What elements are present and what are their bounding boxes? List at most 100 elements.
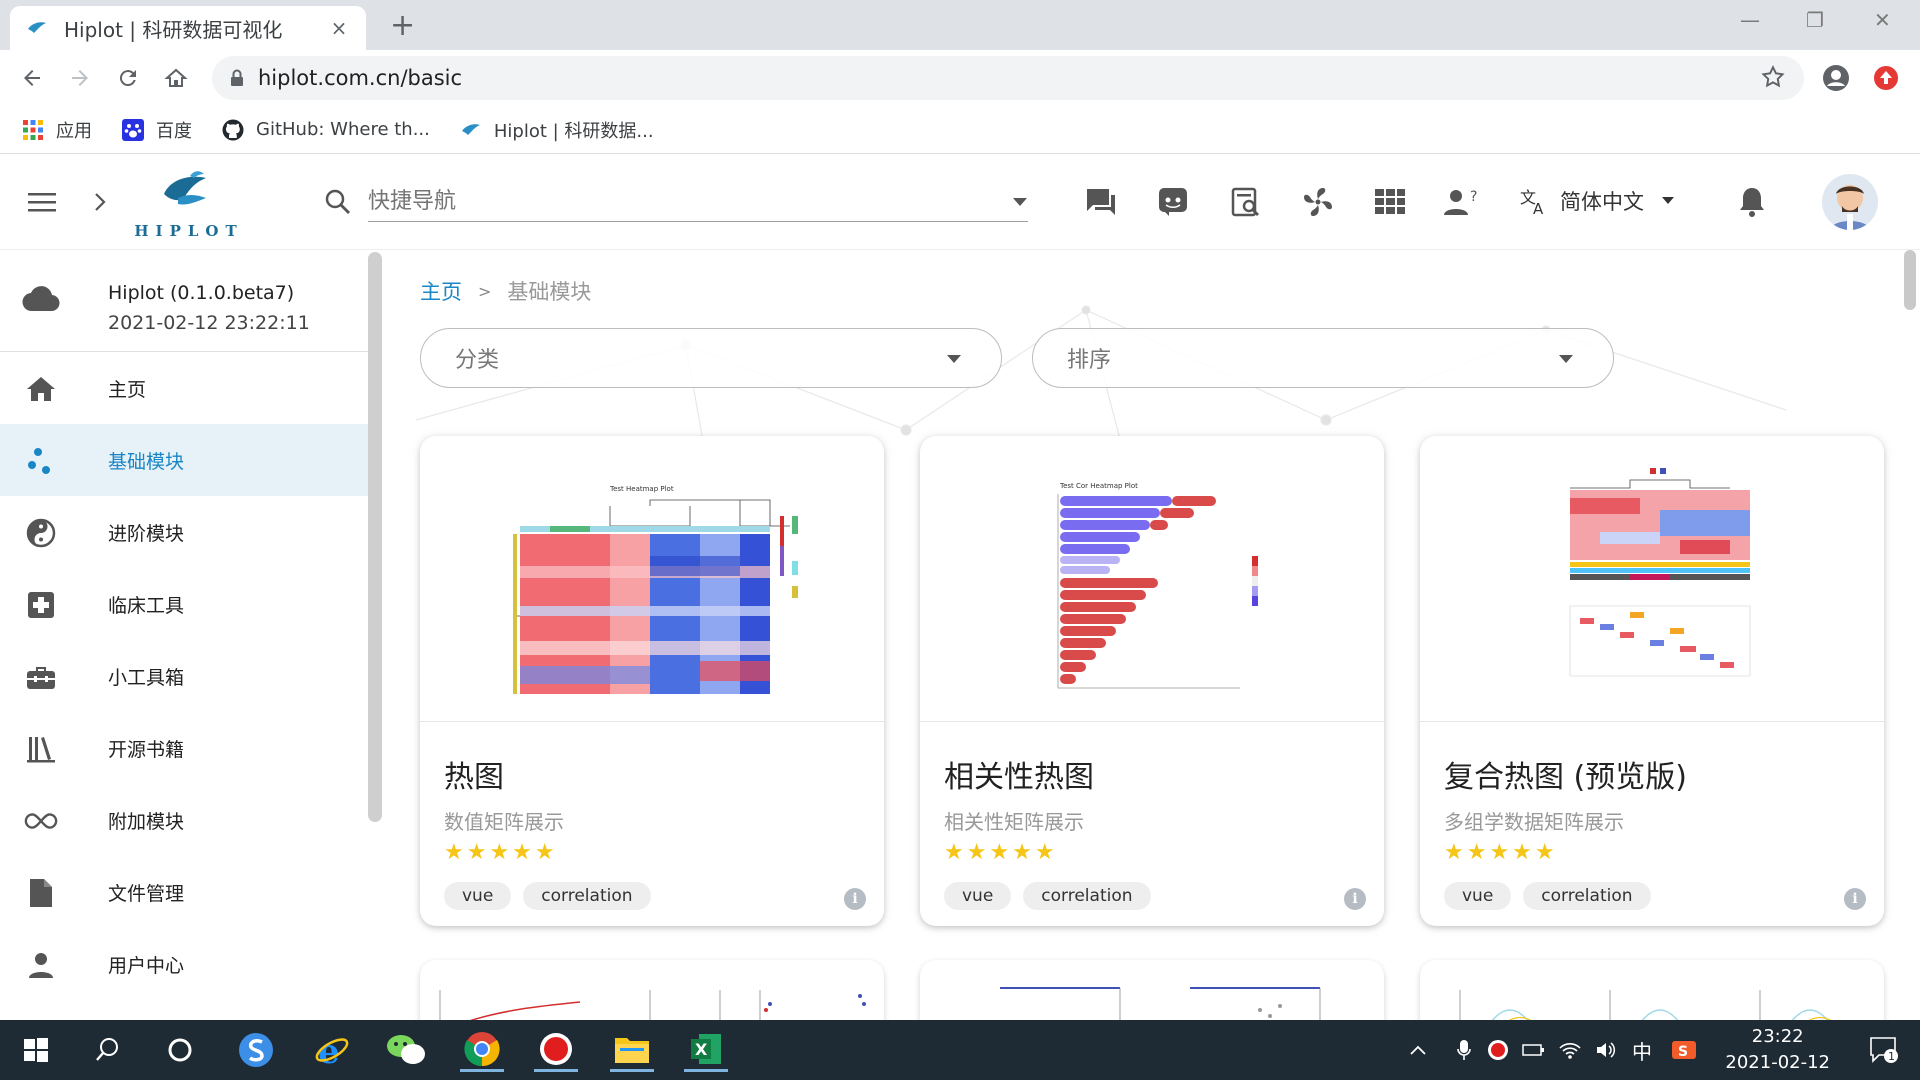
discord-icon[interactable] bbox=[1155, 184, 1191, 220]
info-icon[interactable]: i bbox=[1844, 888, 1866, 910]
minimize-icon[interactable]: — bbox=[1740, 8, 1760, 32]
quick-nav-input[interactable] bbox=[368, 189, 1012, 214]
tag-chip[interactable]: vue bbox=[444, 882, 512, 910]
medical-cross-icon bbox=[24, 588, 58, 622]
sidebar-scrollbar[interactable] bbox=[368, 252, 382, 822]
chevron-up-icon[interactable] bbox=[1404, 1028, 1432, 1072]
language-select[interactable]: 文 A 简体中文 bbox=[1520, 186, 1674, 216]
home-page-icon[interactable] bbox=[162, 64, 190, 92]
taskbar-search-icon[interactable] bbox=[86, 1028, 130, 1072]
tag-chip[interactable]: vue bbox=[944, 882, 1012, 910]
sidebar-item-toolbox[interactable]: 小工具箱 bbox=[0, 640, 370, 712]
menu-icon[interactable] bbox=[24, 184, 60, 220]
card-thumbnail-partial bbox=[1000, 987, 1321, 1020]
reload-icon[interactable] bbox=[114, 64, 142, 92]
windows-start-icon[interactable] bbox=[14, 1028, 58, 1072]
module-card-partial[interactable] bbox=[920, 960, 1384, 1020]
bookmark-star-icon[interactable] bbox=[1760, 64, 1786, 90]
chevron-down-icon[interactable] bbox=[1012, 197, 1028, 207]
sogou-input-icon[interactable]: S bbox=[1668, 1028, 1700, 1072]
quick-nav-select[interactable] bbox=[368, 182, 1028, 222]
module-card-complex-heatmap[interactable]: 复合热图 (预览版) 多组学数据矩阵展示 ★★★★★ vue correlati… bbox=[1420, 436, 1884, 926]
tag-chip[interactable]: correlation bbox=[523, 882, 651, 910]
sort-placeholder: 排序 bbox=[1067, 348, 1112, 373]
cortana-icon[interactable] bbox=[158, 1028, 202, 1072]
microphone-icon[interactable] bbox=[1450, 1028, 1478, 1072]
close-window-icon[interactable]: ✕ bbox=[1874, 8, 1891, 32]
new-tab-button[interactable]: + bbox=[390, 10, 415, 42]
profile-icon[interactable] bbox=[1822, 64, 1850, 92]
version-date: 2021-02-12 23:22:11 bbox=[108, 312, 310, 334]
ie-browser-icon[interactable]: e bbox=[310, 1028, 354, 1072]
fan-icon[interactable] bbox=[1300, 184, 1336, 220]
chevron-right-icon[interactable] bbox=[82, 184, 118, 220]
sidebar-item-home[interactable]: 主页 bbox=[0, 352, 370, 424]
card-tags: vue correlation bbox=[444, 882, 663, 910]
sidebar-item-label: 附加模块 bbox=[108, 810, 185, 833]
chat-icon[interactable] bbox=[1083, 184, 1119, 220]
module-card-correlation-heatmap[interactable]: Test Cor Heatmap Plot 相关性热图 相关性矩阵展示 ★★★★… bbox=[920, 436, 1384, 926]
sidebar-item-books[interactable]: 开源书籍 bbox=[0, 712, 370, 784]
grid-icon[interactable] bbox=[1372, 184, 1408, 220]
bell-icon[interactable] bbox=[1734, 184, 1770, 220]
tag-chip[interactable]: correlation bbox=[1523, 882, 1651, 910]
sidebar-item-addons[interactable]: 附加模块 bbox=[0, 784, 370, 856]
info-icon[interactable]: i bbox=[1344, 888, 1366, 910]
info-icon[interactable]: i bbox=[844, 888, 866, 910]
card-subtitle: 数值矩阵展示 bbox=[444, 810, 564, 834]
sort-select[interactable]: 排序 bbox=[1032, 328, 1614, 388]
search-doc-icon[interactable] bbox=[1228, 184, 1264, 220]
rating-stars: ★★★★★ bbox=[444, 840, 558, 865]
module-card-heatmap[interactable]: Test Heatmap Plot 热图 数值矩阵展示 ★★★★★ vue co… bbox=[420, 436, 884, 926]
battery-icon[interactable] bbox=[1520, 1028, 1548, 1072]
record-tray-icon[interactable] bbox=[1484, 1028, 1512, 1072]
wifi-icon[interactable] bbox=[1556, 1028, 1584, 1072]
file-explorer-icon[interactable] bbox=[610, 1028, 654, 1072]
system-clock[interactable]: 23:22 2021-02-12 bbox=[1725, 1024, 1830, 1076]
bookmark-apps[interactable]: 应用 bbox=[22, 117, 92, 143]
sidebar-item-user[interactable]: 用户中心 bbox=[0, 928, 370, 1000]
svg-text:S: S bbox=[1678, 1044, 1688, 1060]
browser-tab[interactable]: Hiplot | 科研数据可视化 × bbox=[10, 6, 366, 50]
bookmark-baidu[interactable]: 百度 bbox=[122, 117, 192, 143]
module-card-partial[interactable] bbox=[420, 960, 884, 1020]
breadcrumb: 主页 > 基础模块 bbox=[420, 276, 591, 306]
breadcrumb-home-link[interactable]: 主页 bbox=[420, 276, 462, 306]
avatar[interactable] bbox=[1822, 174, 1878, 230]
card-thumbnail-partial bbox=[439, 990, 866, 1020]
extension-icon[interactable] bbox=[1872, 64, 1900, 92]
sogou-app-icon[interactable] bbox=[234, 1028, 278, 1072]
ime-indicator[interactable]: 中 bbox=[1632, 1036, 1652, 1065]
category-select[interactable]: 分类 bbox=[420, 328, 1002, 388]
sidebar-item-basic[interactable]: 基础模块 bbox=[0, 424, 370, 496]
module-card-partial[interactable] bbox=[1420, 960, 1884, 1020]
forward-icon[interactable] bbox=[66, 64, 94, 92]
notification-center-icon[interactable]: 1 bbox=[1862, 1028, 1906, 1072]
sidebar-item-files[interactable]: 文件管理 bbox=[0, 856, 370, 928]
card-subtitle: 多组学数据矩阵展示 bbox=[1444, 810, 1624, 834]
excel-app-icon[interactable]: X bbox=[684, 1028, 728, 1072]
chevron-down-icon bbox=[947, 355, 961, 363]
bookmark-github[interactable]: GitHub: Where th... bbox=[222, 119, 430, 141]
chevron-down-icon bbox=[1559, 355, 1573, 363]
card-title: 复合热图 (预览版) bbox=[1444, 760, 1687, 795]
hiplot-logo[interactable]: HIPLOT bbox=[134, 168, 244, 240]
volume-icon[interactable] bbox=[1592, 1028, 1620, 1072]
tag-chip[interactable]: correlation bbox=[1023, 882, 1151, 910]
tab-close-icon[interactable]: × bbox=[328, 16, 350, 40]
bookmark-hiplot[interactable]: Hiplot | 科研数据... bbox=[460, 117, 654, 143]
tab-title: Hiplot | 科研数据可视化 bbox=[64, 17, 283, 42]
sidebar-item-clinical[interactable]: 临床工具 bbox=[0, 568, 370, 640]
tag-chip[interactable]: vue bbox=[1444, 882, 1512, 910]
help-user-icon[interactable]: ? bbox=[1444, 184, 1480, 220]
home-icon bbox=[24, 372, 58, 406]
page-scrollbar[interactable] bbox=[1904, 250, 1916, 310]
chrome-app-icon[interactable] bbox=[460, 1028, 504, 1072]
restore-icon[interactable]: ❐ bbox=[1806, 8, 1824, 32]
version-info: Hiplot (0.1.0.beta7) 2021-02-12 23:22:11 bbox=[0, 250, 370, 352]
sidebar-item-advanced[interactable]: 进阶模块 bbox=[0, 496, 370, 568]
screen-recorder-icon[interactable] bbox=[534, 1028, 578, 1072]
address-bar[interactable]: hiplot.com.cn/basic bbox=[212, 56, 1804, 100]
back-icon[interactable] bbox=[18, 64, 46, 92]
wechat-app-icon[interactable] bbox=[384, 1028, 428, 1072]
